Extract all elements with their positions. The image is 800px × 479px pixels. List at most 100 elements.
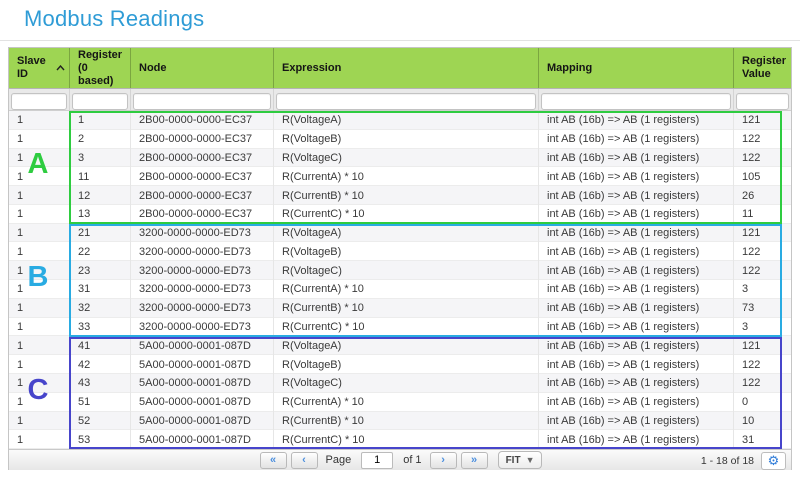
table-row[interactable]: 1 11 2B00-0000-0000-EC37 R(CurrentA) * 1… bbox=[9, 167, 791, 186]
cell-node: 3200-0000-0000-ED73 bbox=[131, 224, 274, 243]
table-row[interactable]: 1 3 2B00-0000-0000-EC37 R(VoltageC) int … bbox=[9, 149, 791, 168]
first-page-button[interactable]: « bbox=[260, 452, 287, 469]
cell-register: 43 bbox=[70, 374, 131, 393]
column-header-expression[interactable]: Expression bbox=[274, 48, 539, 88]
cell-node: 5A00-0000-0001-087D bbox=[131, 336, 274, 355]
column-label: Register Value bbox=[742, 55, 787, 81]
cell-mapping: int AB (16b) => AB (1 registers) bbox=[539, 205, 734, 224]
column-header-register-value[interactable]: Register Value bbox=[734, 48, 791, 88]
table-row[interactable]: 1 23 3200-0000-0000-ED73 R(VoltageC) int… bbox=[9, 261, 791, 280]
column-label: Register (0 based) bbox=[78, 49, 126, 88]
cell-node: 2B00-0000-0000-EC37 bbox=[131, 186, 274, 205]
table-row[interactable]: 1 31 3200-0000-0000-ED73 R(CurrentA) * 1… bbox=[9, 280, 791, 299]
cell-register-value: 11 bbox=[734, 205, 791, 224]
cell-expression: R(VoltageB) bbox=[274, 242, 539, 261]
cell-register-value: 121 bbox=[734, 111, 791, 130]
settings-button[interactable]: ⚙ bbox=[761, 452, 786, 470]
table-row[interactable]: 1 32 3200-0000-0000-ED73 R(CurrentB) * 1… bbox=[9, 299, 791, 318]
table-row[interactable]: 1 51 5A00-0000-0001-087D R(CurrentA) * 1… bbox=[9, 393, 791, 412]
page-count-label: of 1 bbox=[403, 454, 421, 466]
cell-node: 5A00-0000-0001-087D bbox=[131, 355, 274, 374]
sort-ascending-icon bbox=[56, 62, 65, 75]
title-divider bbox=[0, 40, 800, 41]
column-header-slave-id[interactable]: Slave ID bbox=[9, 48, 70, 88]
previous-page-button[interactable]: ‹ bbox=[291, 452, 318, 469]
table-row[interactable]: 1 22 3200-0000-0000-ED73 R(VoltageB) int… bbox=[9, 242, 791, 261]
cell-mapping: int AB (16b) => AB (1 registers) bbox=[539, 149, 734, 168]
cell-expression: R(CurrentC) * 10 bbox=[274, 205, 539, 224]
cell-mapping: int AB (16b) => AB (1 registers) bbox=[539, 242, 734, 261]
filter-input-register-value[interactable] bbox=[736, 93, 789, 110]
cell-node: 5A00-0000-0001-087D bbox=[131, 374, 274, 393]
table-row[interactable]: 1 21 3200-0000-0000-ED73 R(VoltageA) int… bbox=[9, 224, 791, 243]
table-row[interactable]: 1 53 5A00-0000-0001-087D R(CurrentC) * 1… bbox=[9, 430, 791, 449]
cell-node: 2B00-0000-0000-EC37 bbox=[131, 130, 274, 149]
cell-mapping: int AB (16b) => AB (1 registers) bbox=[539, 186, 734, 205]
cell-expression: R(VoltageC) bbox=[274, 374, 539, 393]
cell-slave-id: 1 bbox=[9, 149, 70, 168]
page-size-select[interactable]: FIT ▼ bbox=[498, 451, 543, 469]
table-row[interactable]: 1 43 5A00-0000-0001-087D R(VoltageC) int… bbox=[9, 374, 791, 393]
gear-icon: ⚙ bbox=[768, 454, 780, 467]
cell-mapping: int AB (16b) => AB (1 registers) bbox=[539, 430, 734, 449]
column-header-mapping[interactable]: Mapping bbox=[539, 48, 734, 88]
last-page-button[interactable]: » bbox=[461, 452, 488, 469]
cell-slave-id: 1 bbox=[9, 111, 70, 130]
cell-expression: R(VoltageA) bbox=[274, 224, 539, 243]
cell-register: 41 bbox=[70, 336, 131, 355]
table-row[interactable]: 1 1 2B00-0000-0000-EC37 R(VoltageA) int … bbox=[9, 111, 791, 130]
cell-slave-id: 1 bbox=[9, 242, 70, 261]
cell-register-value: 121 bbox=[734, 336, 791, 355]
cell-register: 32 bbox=[70, 299, 131, 318]
chevron-down-icon: ▼ bbox=[526, 455, 535, 465]
page-number-input[interactable] bbox=[361, 452, 393, 469]
cell-expression: R(CurrentB) * 10 bbox=[274, 186, 539, 205]
cell-node: 3200-0000-0000-ED73 bbox=[131, 242, 274, 261]
table-row[interactable]: 1 41 5A00-0000-0001-087D R(VoltageA) int… bbox=[9, 336, 791, 355]
cell-node: 2B00-0000-0000-EC37 bbox=[131, 205, 274, 224]
cell-register: 52 bbox=[70, 412, 131, 431]
filter-input-node[interactable] bbox=[133, 93, 271, 110]
cell-slave-id: 1 bbox=[9, 205, 70, 224]
cell-slave-id: 1 bbox=[9, 167, 70, 186]
table-row[interactable]: 1 52 5A00-0000-0001-087D R(CurrentB) * 1… bbox=[9, 412, 791, 431]
column-header-register[interactable]: Register (0 based) bbox=[70, 48, 131, 88]
cell-expression: R(VoltageA) bbox=[274, 336, 539, 355]
cell-expression: R(CurrentB) * 10 bbox=[274, 412, 539, 431]
filter-input-register[interactable] bbox=[72, 93, 128, 110]
column-header-node[interactable]: Node bbox=[131, 48, 274, 88]
cell-node: 3200-0000-0000-ED73 bbox=[131, 299, 274, 318]
cell-register-value: 73 bbox=[734, 299, 791, 318]
cell-register: 42 bbox=[70, 355, 131, 374]
cell-register: 51 bbox=[70, 393, 131, 412]
cell-mapping: int AB (16b) => AB (1 registers) bbox=[539, 299, 734, 318]
cell-mapping: int AB (16b) => AB (1 registers) bbox=[539, 280, 734, 299]
filter-input-mapping[interactable] bbox=[541, 93, 731, 110]
table-row[interactable]: 1 42 5A00-0000-0001-087D R(VoltageB) int… bbox=[9, 355, 791, 374]
cell-mapping: int AB (16b) => AB (1 registers) bbox=[539, 261, 734, 280]
cell-mapping: int AB (16b) => AB (1 registers) bbox=[539, 393, 734, 412]
table-row[interactable]: 1 12 2B00-0000-0000-EC37 R(CurrentB) * 1… bbox=[9, 186, 791, 205]
filter-input-slave-id[interactable] bbox=[11, 93, 67, 110]
table-row[interactable]: 1 2 2B00-0000-0000-EC37 R(VoltageB) int … bbox=[9, 130, 791, 149]
cell-register: 33 bbox=[70, 318, 131, 337]
next-page-button[interactable]: › bbox=[430, 452, 457, 469]
table-row[interactable]: 1 13 2B00-0000-0000-EC37 R(CurrentC) * 1… bbox=[9, 205, 791, 224]
cell-register: 23 bbox=[70, 261, 131, 280]
cell-register-value: 105 bbox=[734, 167, 791, 186]
cell-register: 13 bbox=[70, 205, 131, 224]
cell-node: 3200-0000-0000-ED73 bbox=[131, 318, 274, 337]
cell-slave-id: 1 bbox=[9, 186, 70, 205]
cell-register: 31 bbox=[70, 280, 131, 299]
cell-slave-id: 1 bbox=[9, 130, 70, 149]
cell-expression: R(VoltageB) bbox=[274, 355, 539, 374]
filter-row bbox=[9, 89, 791, 111]
cell-register-value: 122 bbox=[734, 130, 791, 149]
table-row[interactable]: 1 33 3200-0000-0000-ED73 R(CurrentC) * 1… bbox=[9, 318, 791, 337]
cell-register: 2 bbox=[70, 130, 131, 149]
modbus-readings-table: Slave ID Register (0 based) Node Express… bbox=[8, 47, 792, 470]
cell-mapping: int AB (16b) => AB (1 registers) bbox=[539, 412, 734, 431]
cell-mapping: int AB (16b) => AB (1 registers) bbox=[539, 167, 734, 186]
filter-input-expression[interactable] bbox=[276, 93, 536, 110]
cell-slave-id: 1 bbox=[9, 261, 70, 280]
